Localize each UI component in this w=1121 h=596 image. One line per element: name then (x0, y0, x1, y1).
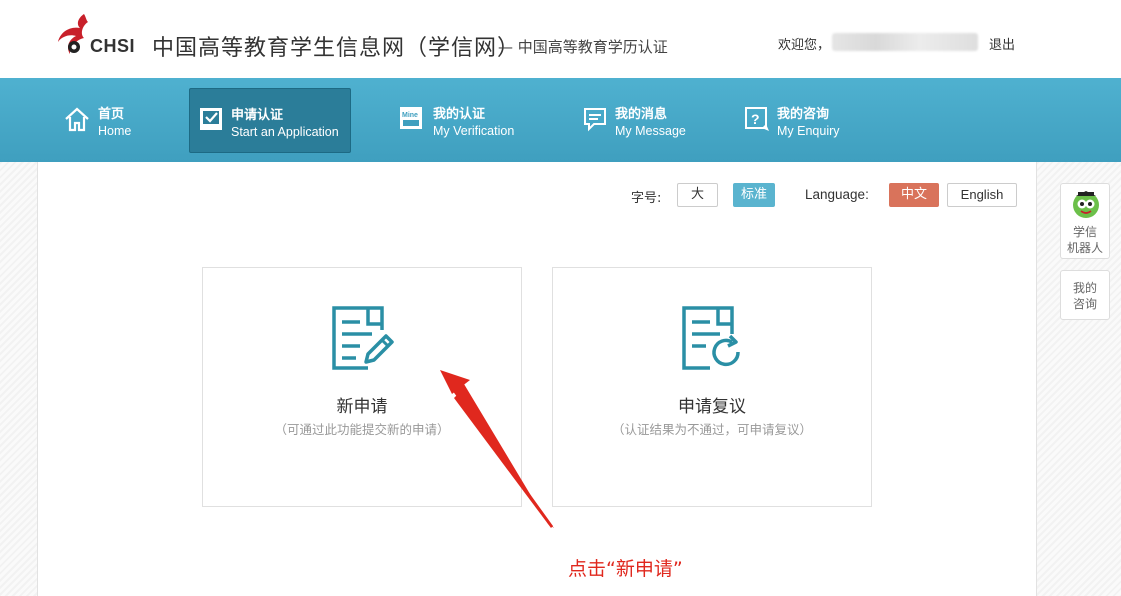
card-description: （认证结果为不通过，可申请复议） (611, 422, 812, 437)
nav-label-zh: 申请认证 (231, 108, 284, 123)
lang-english-button[interactable]: English (947, 183, 1017, 207)
username-redacted (832, 33, 978, 51)
nav-item-my-message[interactable]: 我的消息 My Message (582, 88, 697, 152)
nav-label-en: My Enquiry (777, 124, 840, 138)
welcome-text: 欢迎您， (778, 38, 831, 53)
enquiry-label-line2: 咨询 (1072, 297, 1097, 311)
nav-label-en: My Message (615, 124, 686, 138)
logo-text: CHSI (90, 36, 136, 56)
annotation-arrow (440, 370, 554, 528)
site-header: CHSI 中国高等教育学生信息网（学信网） — 中国高等教育学历认证 欢迎您， … (0, 0, 1121, 78)
nav-label-zh: 我的认证 (433, 107, 486, 122)
nav-label-zh: 首页 (98, 107, 125, 122)
refresh-document-icon (682, 306, 740, 370)
nav-item-start-application[interactable]: 申请认证 Start an Application (189, 88, 351, 153)
main-nav: 首页 Home 申请认证 Start an Application Mine 我… (0, 78, 1121, 162)
robot-assistant-widget[interactable]: 学信 机器人 (1060, 183, 1110, 259)
nav-label-en: My Verification (433, 124, 515, 138)
card-title: 申请复议 (678, 397, 746, 417)
reconsideration-card[interactable]: 申请复议 （认证结果为不通过，可申请复议） (552, 267, 872, 507)
site-subtitle: — 中国高等教育学历认证 (498, 38, 668, 56)
enquiry-label-line1: 我的 (1072, 281, 1097, 295)
font-size-label: 字号: (631, 191, 662, 206)
annotation-text: 点击“新申请” (568, 558, 683, 580)
nav-item-my-verification[interactable]: Mine 我的认证 My Verification (399, 88, 529, 152)
side-enquiry-widget[interactable]: 我的 咨询 (1060, 270, 1110, 320)
robot-icon (1073, 191, 1099, 218)
nav-label-en: Home (98, 124, 132, 138)
svg-text:Mine: Mine (402, 112, 418, 119)
mine-icon: Mine (400, 107, 422, 129)
svg-text:?: ? (751, 111, 760, 127)
nav-item-home[interactable]: 首页 Home (64, 88, 174, 152)
checkbox-icon (200, 108, 222, 130)
nav-label-en: Start an Application (231, 125, 339, 139)
language-label: Language: (805, 187, 869, 202)
site-title: 中国高等教育学生信息网（学信网） (152, 36, 521, 61)
robot-label: 学信 机器人 (1061, 224, 1109, 256)
font-large-button[interactable]: 大 (677, 183, 718, 207)
robot-label-line1: 学信 (1072, 225, 1097, 239)
logout-link[interactable]: 退出 (989, 34, 1015, 53)
lang-chinese-button[interactable]: 中文 (889, 183, 939, 207)
robot-label-line2: 机器人 (1066, 241, 1103, 255)
home-icon (65, 107, 89, 132)
background-pattern-left (0, 162, 37, 596)
question-icon: ? (745, 107, 769, 131)
message-icon (584, 108, 606, 132)
nav-label-zh: 我的消息 (615, 107, 668, 122)
edit-document-icon (332, 306, 394, 370)
font-standard-button[interactable]: 标准 (733, 183, 775, 207)
nav-item-my-enquiry[interactable]: ? 我的咨询 My Enquiry (744, 88, 854, 152)
nav-label-zh: 我的咨询 (777, 107, 830, 122)
